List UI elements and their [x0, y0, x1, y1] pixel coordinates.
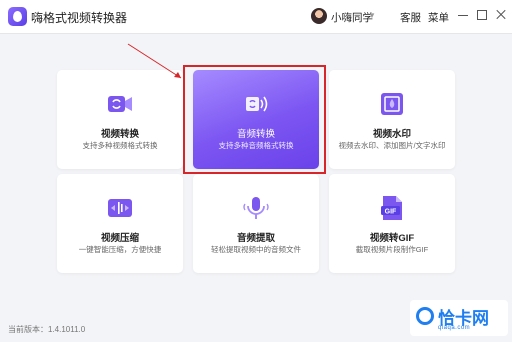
title-bar: 嗨格式视频转换器 小嗨同学 ▼ 客服 菜单 — [0, 0, 512, 34]
card-video-convert[interactable]: 视频转换 支持多种视频格式转换 — [57, 70, 183, 169]
minimize-icon[interactable] — [456, 8, 470, 22]
card-audio-extract[interactable]: 音频提取 轻松提取视频中的音频文件 — [193, 174, 319, 273]
app-logo-icon — [8, 7, 27, 26]
menu-button[interactable]: 菜单 — [428, 10, 449, 25]
watermark-logo-icon — [416, 307, 434, 325]
app-title: 嗨格式视频转换器 — [31, 11, 128, 25]
card-desc: 轻松提取视频中的音频文件 — [211, 245, 301, 254]
user-name[interactable]: 小嗨同学 — [331, 10, 373, 25]
watermark: 恰卡网 qiaqa.com — [410, 300, 508, 336]
video-convert-icon — [108, 96, 132, 112]
maximize-icon[interactable] — [475, 8, 489, 22]
video-compress-icon — [108, 199, 132, 217]
gif-badge-text: GIF — [385, 209, 397, 216]
support-button[interactable]: 客服 — [400, 10, 421, 25]
card-title: 音频提取 — [236, 233, 275, 244]
card-title: 视频转换 — [100, 129, 139, 140]
card-video-watermark[interactable]: 视频水印 视频去水印、添加图片/文字水印 — [329, 70, 455, 169]
video-watermark-icon — [381, 93, 403, 115]
card-title: 视频转GIF — [369, 233, 415, 244]
card-desc: 一键智能压缩，方便快捷 — [78, 245, 162, 254]
card-video-to-gif[interactable]: GIF 视频转GIF 截取视频片段制作GIF — [329, 174, 455, 273]
user-dropdown-icon[interactable]: ▼ — [368, 11, 376, 20]
card-desc: 视频去水印、添加图片/文字水印 — [338, 141, 446, 150]
highlight-box — [183, 65, 326, 174]
watermark-sub: qiaqa.com — [438, 325, 471, 331]
card-title: 视频水印 — [372, 129, 411, 140]
microphone-icon — [243, 197, 269, 219]
close-icon[interactable] — [494, 8, 508, 22]
card-desc: 支持多种视频格式转换 — [82, 141, 158, 150]
card-title: 视频压缩 — [100, 233, 139, 244]
user-avatar[interactable] — [311, 8, 327, 24]
annotation-arrow-icon — [127, 43, 182, 79]
gif-file-icon: GIF — [381, 196, 402, 220]
card-video-compress[interactable]: 视频压缩 一键智能压缩，方便快捷 — [57, 174, 183, 273]
version-label: 当前版本：1.4.1011.0 — [8, 325, 86, 334]
card-desc: 截取视频片段制作GIF — [355, 245, 429, 254]
